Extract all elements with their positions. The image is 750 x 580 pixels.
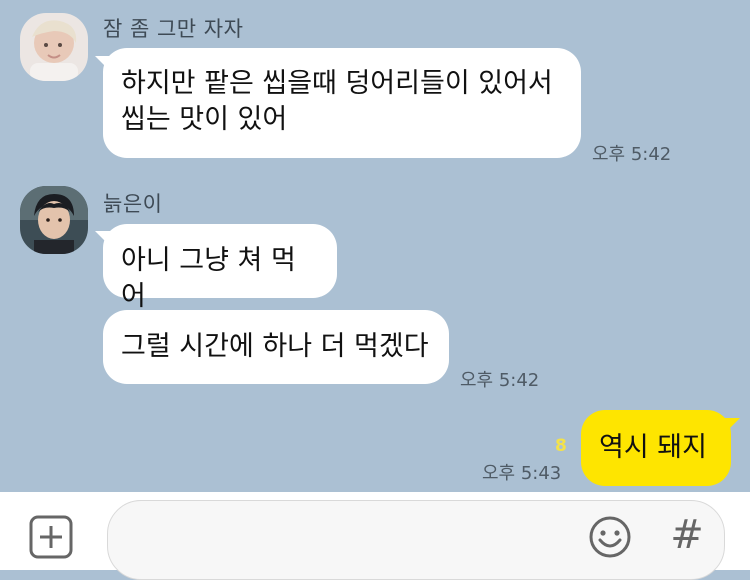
message-time: 오후 5:43 bbox=[482, 463, 562, 484]
plus-square-icon[interactable] bbox=[29, 515, 73, 559]
message-time: 오후 5:42 bbox=[460, 370, 540, 391]
message-time: 오후 5:42 bbox=[592, 144, 672, 165]
bubble-tail bbox=[724, 418, 740, 434]
unread-count: 8 bbox=[555, 436, 567, 456]
sender-name: 늙은이 bbox=[103, 192, 163, 216]
chat-area[interactable]: 잠 좀 그만 자자 하지만 팥은 씹을때 덩어리들이 있어서 씹는 맛이 있어 … bbox=[0, 0, 750, 492]
hashtag-button[interactable]: # bbox=[668, 512, 706, 558]
message-input[interactable] bbox=[107, 500, 725, 580]
message-bubble[interactable]: 하지만 팥은 씹을때 덩어리들이 있어서 씹는 맛이 있어 bbox=[103, 48, 581, 158]
avatar[interactable] bbox=[20, 13, 88, 81]
avatar[interactable] bbox=[20, 186, 88, 254]
smile-icon[interactable] bbox=[588, 515, 632, 559]
profile-photo-icon bbox=[20, 186, 88, 254]
profile-photo-icon bbox=[20, 13, 88, 81]
message-bubble[interactable]: 그럴 시간에 하나 더 먹겠다 bbox=[103, 310, 449, 384]
message-bubble[interactable]: 아니 그냥 쳐 먹어 bbox=[103, 224, 337, 312]
my-message-bubble[interactable]: 역시 돼지 bbox=[581, 410, 731, 486]
sender-name: 잠 좀 그만 자자 bbox=[103, 17, 244, 41]
